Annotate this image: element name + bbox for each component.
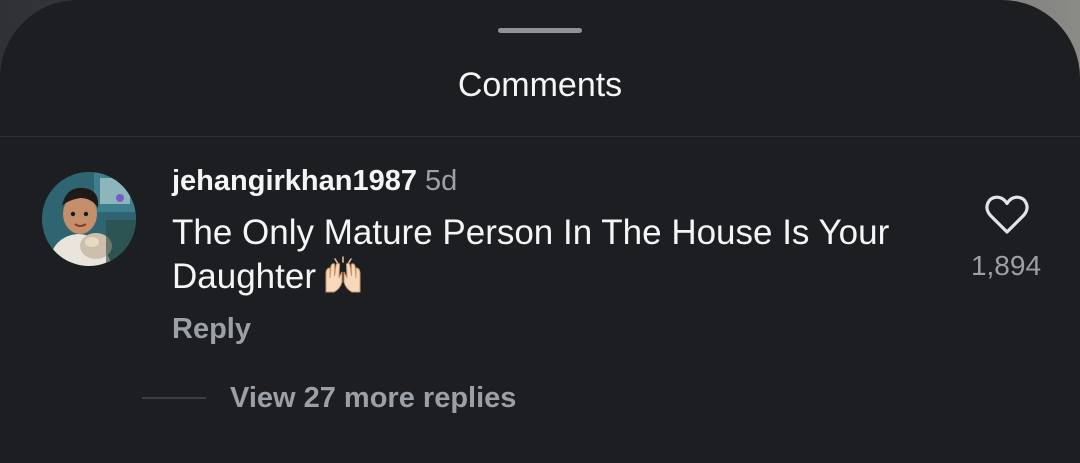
avatar-image [42,172,136,266]
comment-username[interactable]: jehangirkhan1987 [172,165,417,197]
header-divider [0,136,1080,137]
comment-header: jehangirkhan1987 5d [172,161,457,201]
reply-button[interactable]: Reply [172,310,251,348]
replies-divider-line [142,397,206,399]
heart-icon[interactable] [984,194,1030,236]
drag-handle[interactable] [498,28,582,33]
view-more-replies-button[interactable]: View 27 more replies [230,379,516,417]
sheet-title: Comments [457,66,623,104]
comment-body: The Only Mature Person In The House Is Y… [172,211,942,299]
next-comment-peek [172,452,412,463]
comments-sheet: Comments jehangirkhan1987 5d The Only Mat… [0,0,1080,463]
like-count: 1,894 [970,250,1042,281]
raising-hands-emoji-icon [325,256,361,293]
comment-timestamp: 5d [425,165,458,197]
avatar[interactable] [42,172,136,266]
comment-text: The Only Mature Person In The House Is Y… [172,213,890,296]
